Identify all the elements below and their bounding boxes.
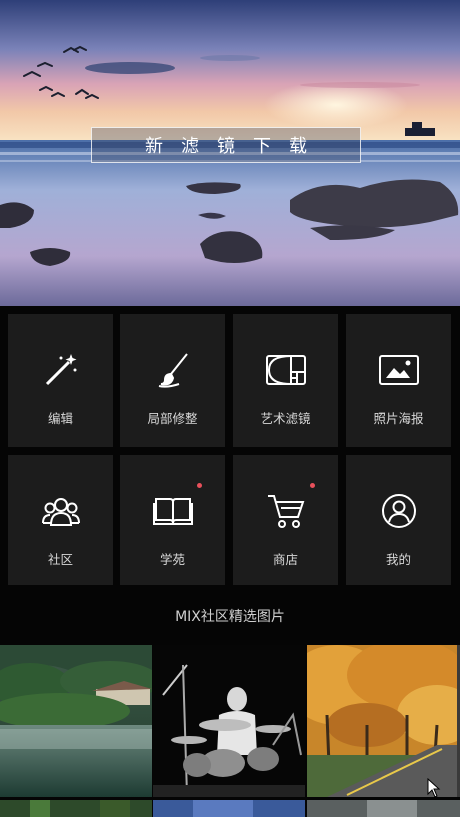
tool-academy[interactable]: 学苑 bbox=[120, 455, 225, 585]
gray-photo bbox=[307, 800, 460, 817]
drummer-photo bbox=[153, 645, 305, 797]
tool-label: 商店 bbox=[272, 552, 298, 567]
featured-photo[interactable] bbox=[0, 800, 152, 817]
featured-photo[interactable] bbox=[307, 800, 460, 817]
tool-label: 编辑 bbox=[47, 411, 73, 426]
featured-photo[interactable] bbox=[0, 645, 152, 797]
tool-my-profile[interactable]: 我的 bbox=[346, 455, 451, 585]
tool-edit[interactable]: 编辑 bbox=[8, 314, 113, 447]
lake-forest-photo bbox=[0, 645, 152, 797]
mouse-cursor-icon bbox=[427, 777, 441, 802]
notification-dot bbox=[310, 483, 315, 488]
tool-label: 学苑 bbox=[159, 552, 185, 567]
golden-ratio-icon bbox=[264, 350, 308, 390]
tool-label: 社区 bbox=[47, 552, 73, 567]
sky-photo bbox=[153, 800, 305, 817]
hero-banner[interactable]: 新滤镜下载 bbox=[0, 0, 460, 306]
tool-community[interactable]: 社区 bbox=[8, 455, 113, 585]
tool-store[interactable]: 商店 bbox=[233, 455, 338, 585]
autumn-road-photo bbox=[307, 645, 460, 797]
tool-label: 我的 bbox=[385, 552, 411, 567]
magic-wand-icon bbox=[39, 350, 83, 390]
new-filter-download-button[interactable]: 新滤镜下载 bbox=[91, 127, 361, 163]
featured-photo[interactable] bbox=[153, 800, 305, 817]
brush-icon bbox=[151, 350, 195, 390]
featured-photos-title: MIX社区精选图片 bbox=[175, 609, 285, 625]
cart-icon bbox=[264, 491, 308, 531]
community-icon bbox=[39, 491, 83, 531]
tool-local-retouch[interactable]: 局部修整 bbox=[120, 314, 225, 447]
tool-label: 局部修整 bbox=[147, 411, 198, 426]
book-icon bbox=[151, 491, 195, 531]
tool-art-filter[interactable]: 艺术滤镜 bbox=[233, 314, 338, 447]
poster-icon bbox=[377, 350, 421, 390]
featured-photo[interactable] bbox=[307, 645, 460, 797]
grass-photo bbox=[0, 800, 152, 817]
user-icon bbox=[377, 491, 421, 531]
tool-label: 照片海报 bbox=[373, 411, 424, 426]
notification-dot bbox=[197, 483, 202, 488]
featured-photo[interactable] bbox=[153, 645, 305, 797]
tool-label: 艺术滤镜 bbox=[260, 411, 311, 426]
tool-photo-poster[interactable]: 照片海报 bbox=[346, 314, 451, 447]
